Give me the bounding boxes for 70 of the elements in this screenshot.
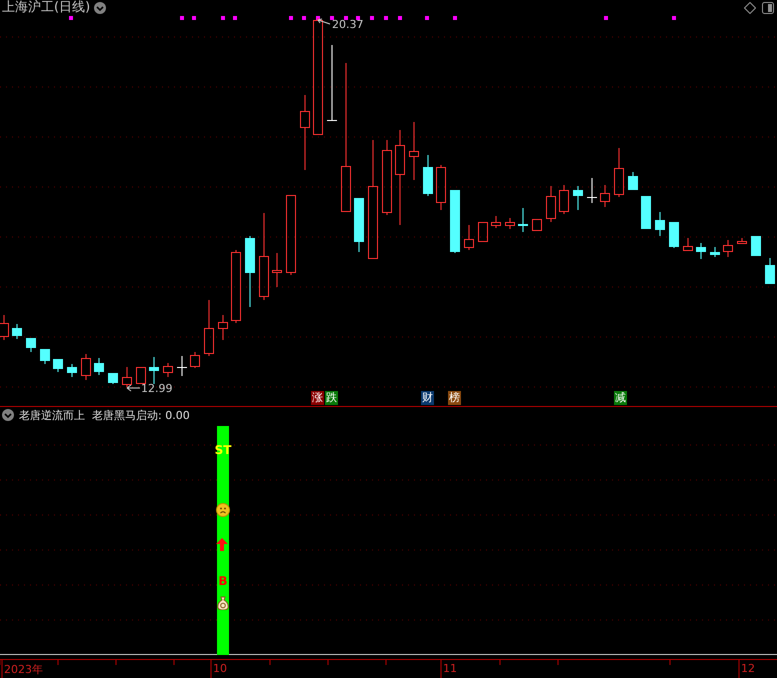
signal-label: B — [218, 574, 228, 588]
candlestick — [12, 324, 22, 340]
candlestick — [765, 258, 775, 284]
pointer-arrow-icon — [126, 384, 140, 392]
time-axis-label: 2023年 — [4, 662, 43, 677]
candlestick — [149, 356, 159, 384]
time-axis-label: 10 — [213, 662, 227, 675]
candlestick — [491, 216, 501, 228]
pointer-arrow-icon — [318, 18, 330, 24]
indicator-reading: 老唐黑马启动: 0.00 — [92, 408, 190, 422]
chevron-down-icon[interactable] — [2, 409, 14, 421]
chart-title: 上海沪工(日线) — [2, 0, 90, 15]
candlestick — [696, 242, 706, 260]
candlestick — [108, 372, 118, 384]
candlestick — [669, 222, 679, 248]
candlestick — [218, 314, 228, 340]
time-axis-label: 11 — [443, 662, 457, 675]
candlestick — [628, 172, 638, 190]
up-arrow-icon — [216, 538, 228, 551]
candlestick — [586, 178, 598, 204]
panel-toggle-icon[interactable] — [762, 2, 774, 14]
low-price-label: 12.99 — [141, 382, 172, 395]
event-badge[interactable]: 财 — [421, 391, 434, 405]
candlestick — [614, 148, 624, 198]
candlestick — [245, 236, 255, 308]
candlestick — [26, 338, 36, 352]
candlestick — [67, 364, 77, 378]
event-badge[interactable]: 涨 — [311, 391, 324, 405]
candlestick — [559, 184, 569, 214]
candlestick — [436, 164, 446, 210]
candlestick — [272, 252, 282, 288]
candlestick — [505, 218, 515, 230]
candlestick — [409, 122, 419, 180]
candlestick — [723, 240, 733, 258]
candlestick — [0, 314, 9, 340]
candlestick — [53, 358, 63, 372]
candlestick — [176, 356, 188, 376]
candlestick — [136, 366, 146, 384]
time-axis-label: 12 — [741, 662, 755, 675]
money-bag-icon — [216, 596, 230, 610]
candlestick — [94, 358, 104, 376]
candlestick — [40, 348, 50, 364]
candlestick — [532, 218, 542, 232]
candlestick — [464, 224, 474, 250]
candlestick — [163, 362, 173, 378]
candlestick — [122, 366, 132, 388]
candlestick — [600, 184, 610, 208]
chevron-down-icon[interactable] — [94, 2, 106, 14]
candlestick — [423, 154, 433, 196]
candlestick — [354, 198, 364, 252]
candlestick — [751, 236, 761, 256]
candlestick — [655, 212, 665, 236]
event-badge[interactable]: 跌 — [325, 391, 338, 405]
candlestick — [641, 196, 651, 230]
candlestick — [573, 186, 583, 210]
candlestick — [450, 190, 460, 254]
candlestick — [518, 208, 528, 232]
candlestick — [710, 246, 720, 258]
candlestick — [737, 238, 747, 244]
candlestick — [190, 352, 200, 368]
high-price-label: 20.37 — [332, 18, 364, 31]
candlestick — [478, 222, 488, 242]
candlestick — [204, 300, 214, 356]
event-badge[interactable]: 减 — [614, 391, 627, 405]
candlestick — [546, 186, 556, 222]
indicator-name: 老唐逆流而上 — [19, 408, 85, 422]
event-badge[interactable]: 榜 — [448, 391, 461, 405]
candlestick — [81, 354, 91, 380]
candlestick — [683, 238, 693, 252]
diamond-icon[interactable] — [744, 2, 756, 14]
